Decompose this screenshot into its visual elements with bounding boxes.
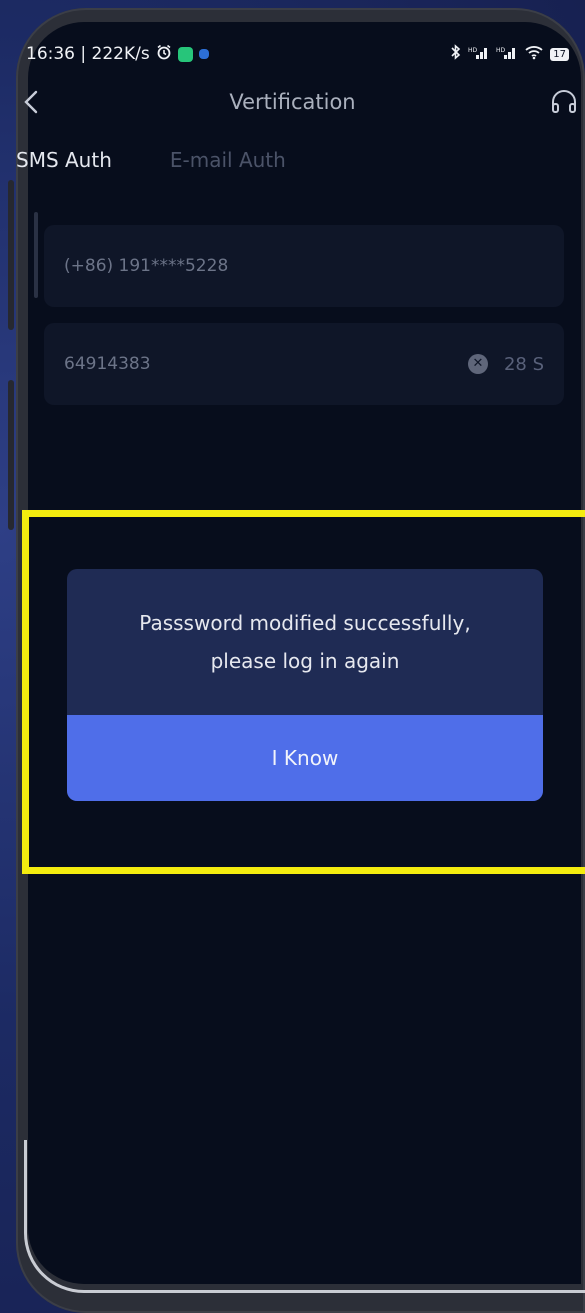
nav-bar: Vertification <box>0 72 585 132</box>
headset-icon <box>549 90 579 122</box>
verification-code-input[interactable]: 64914383 ✕ 28 S <box>44 323 564 405</box>
scroll-indicator <box>34 212 38 298</box>
dialog-message-line-2: please log in again <box>210 648 400 673</box>
clear-icon[interactable]: ✕ <box>468 354 488 374</box>
countdown-timer: 28 S <box>503 353 544 375</box>
signal-icon: HD <box>468 44 490 64</box>
auth-tabs: SMS Auth E-mail Auth <box>16 148 286 172</box>
phone-side-button <box>8 380 14 530</box>
phone-side-button <box>8 180 14 330</box>
customer-service-button[interactable] <box>549 86 579 118</box>
battery-icon: 17 <box>550 47 569 61</box>
dialog-message: Passsword modified successfully, please … <box>67 569 543 714</box>
bluetooth-icon <box>450 43 462 65</box>
phone-number-field[interactable]: (+86) 191****5228 <box>44 225 564 307</box>
page-title: Vertification <box>229 90 356 114</box>
status-bar: 16:36 | 222K/s HD HD 17 <box>26 40 569 68</box>
verification-code-value: 64914383 <box>64 354 151 374</box>
i-know-button[interactable]: I Know <box>67 715 543 801</box>
back-button[interactable] <box>18 86 48 118</box>
phone-number-value: (+86) 191****5228 <box>64 256 229 276</box>
wifi-icon <box>524 44 544 65</box>
alarm-icon <box>156 44 172 65</box>
app-notification-icon <box>198 49 209 59</box>
success-dialog: Passsword modified successfully, please … <box>67 569 543 801</box>
app-notification-icon <box>177 46 193 62</box>
svg-text:HD: HD <box>468 47 478 54</box>
svg-text:HD: HD <box>496 47 506 54</box>
status-time-speed: 16:36 | 222K/s <box>26 44 150 64</box>
dialog-message-line-1: Passsword modified successfully, <box>139 610 471 635</box>
chevron-left-icon <box>18 90 48 122</box>
signal-icon: HD <box>496 44 518 64</box>
tab-email-auth[interactable]: E-mail Auth <box>170 148 286 172</box>
tab-sms-auth[interactable]: SMS Auth <box>16 148 112 172</box>
